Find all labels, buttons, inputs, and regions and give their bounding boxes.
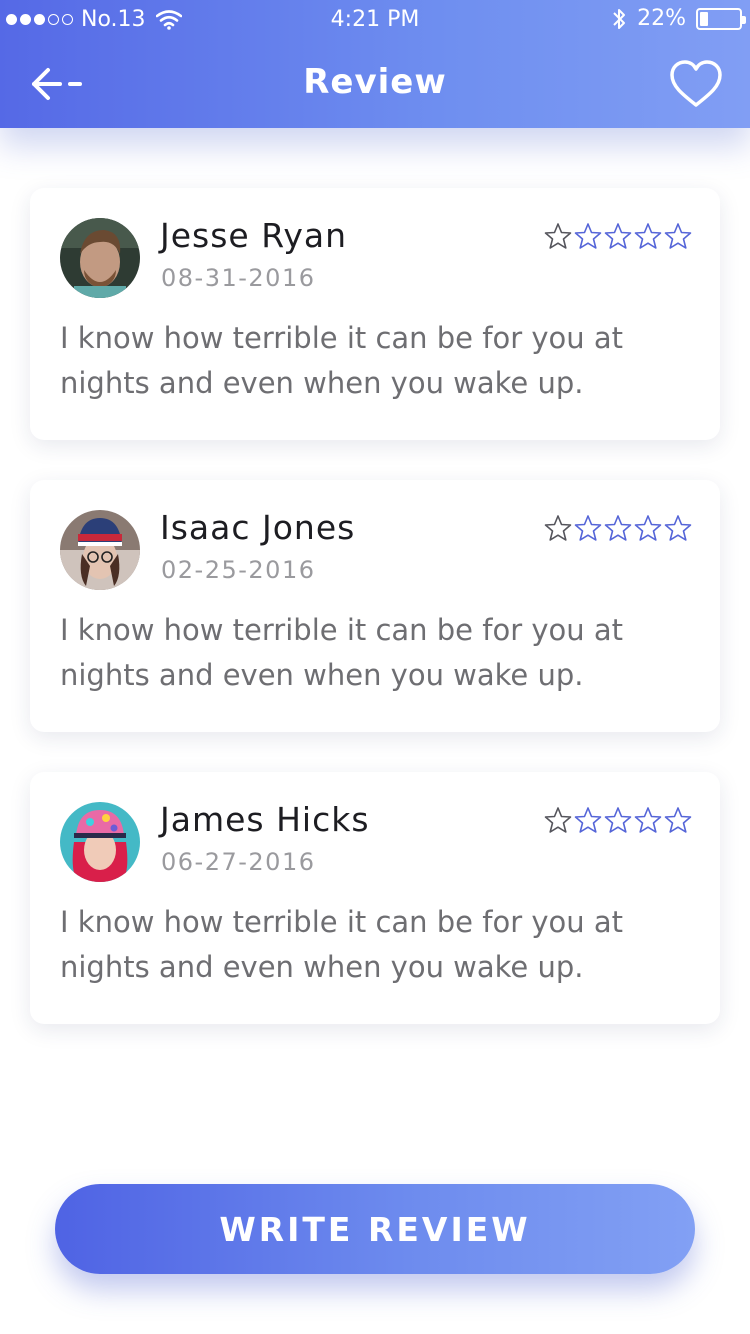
status-bar: No.13 4:21 PM 22% bbox=[0, 0, 750, 40]
star-rating[interactable] bbox=[544, 806, 692, 834]
review-card: Jesse Ryan 08-31-2016 I know how terribl… bbox=[30, 188, 720, 440]
star-outline-icon[interactable] bbox=[604, 222, 632, 250]
star-outline-icon[interactable] bbox=[604, 806, 632, 834]
bluetooth-icon bbox=[613, 8, 626, 29]
review-card: Isaac Jones 02-25-2016 I know how terrib… bbox=[30, 480, 720, 732]
review-date: 08-31-2016 bbox=[161, 264, 316, 292]
page-title: Review bbox=[303, 62, 447, 102]
avatar bbox=[60, 802, 140, 882]
avatar bbox=[60, 218, 140, 298]
review-card: James Hicks 06-27-2016 I know how terrib… bbox=[30, 772, 720, 1024]
reviewer-name: Isaac Jones bbox=[160, 508, 356, 547]
heart-outline-icon bbox=[670, 60, 722, 107]
star-outline-icon[interactable] bbox=[574, 806, 602, 834]
star-outline-icon[interactable] bbox=[634, 222, 662, 250]
star-outline-icon[interactable] bbox=[544, 222, 572, 250]
star-outline-icon[interactable] bbox=[664, 514, 692, 542]
battery-percent: 22% bbox=[637, 6, 686, 31]
nav-bar: Review bbox=[0, 40, 750, 128]
star-outline-icon[interactable] bbox=[544, 806, 572, 834]
status-right: 22% bbox=[611, 6, 746, 31]
reviewer-name: Jesse Ryan bbox=[160, 216, 348, 255]
header-bar: No.13 4:21 PM 22% Review bbox=[0, 0, 750, 128]
star-outline-icon[interactable] bbox=[634, 806, 662, 834]
review-text: I know how terrible it can be for you at… bbox=[60, 321, 623, 400]
star-rating[interactable] bbox=[544, 514, 692, 542]
star-outline-icon[interactable] bbox=[574, 222, 602, 250]
star-outline-icon[interactable] bbox=[664, 222, 692, 250]
star-rating[interactable] bbox=[544, 222, 692, 250]
star-outline-icon[interactable] bbox=[604, 514, 632, 542]
review-date: 06-27-2016 bbox=[161, 848, 316, 876]
star-outline-icon[interactable] bbox=[634, 514, 662, 542]
write-review-button[interactable]: WRITE REVIEW bbox=[55, 1184, 695, 1274]
favorite-button[interactable] bbox=[668, 58, 724, 110]
star-outline-icon[interactable] bbox=[544, 514, 572, 542]
avatar bbox=[60, 510, 140, 590]
review-text: I know how terrible it can be for you at… bbox=[60, 613, 623, 692]
battery-icon bbox=[696, 7, 746, 30]
reviewer-name: James Hicks bbox=[160, 800, 370, 839]
star-outline-icon[interactable] bbox=[574, 514, 602, 542]
star-outline-icon[interactable] bbox=[664, 806, 692, 834]
review-date: 02-25-2016 bbox=[161, 556, 316, 584]
review-text: I know how terrible it can be for you at… bbox=[60, 905, 623, 984]
battery-level bbox=[700, 11, 709, 26]
